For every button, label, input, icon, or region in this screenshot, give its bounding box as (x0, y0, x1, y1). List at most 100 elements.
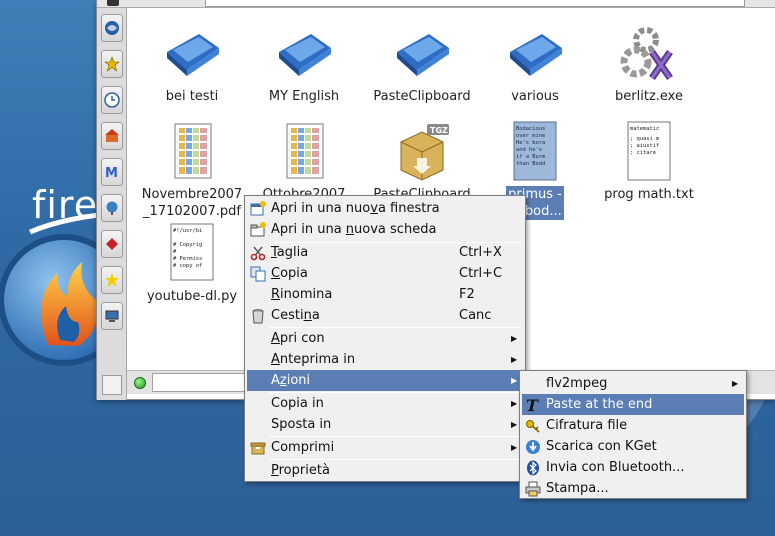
pdf-document-icon (286, 123, 324, 179)
shortcut-label: F2 (459, 287, 475, 302)
svg-text:Bodacious over mine: Bodacious over mine He's bora and he's i… (516, 126, 548, 167)
label-text: Scarica con KGet (546, 439, 657, 454)
new-window-icon (250, 200, 266, 215)
clock-icon (104, 92, 120, 108)
globe-icon (105, 21, 119, 35)
menu-item-trash[interactable]: Cestina Canc (247, 305, 523, 326)
file-item-pdf[interactable]: Novembre2007 _17102007.pdf (138, 120, 246, 220)
network-globe-icon (106, 201, 118, 215)
preview-line: over mine (516, 133, 545, 139)
label-text: A (271, 373, 280, 388)
mnemonic: A (271, 331, 280, 346)
sidebar-tab-bookmarks[interactable] (101, 50, 123, 78)
menu-item-open-with[interactable]: Apri con ▶ (247, 328, 523, 349)
location-input[interactable] (205, 0, 745, 7)
submenu-item-paste-at-end[interactable]: T Paste at the end (522, 394, 744, 415)
blue-folder-icon (167, 34, 219, 76)
sidebar-tab-home[interactable] (101, 122, 123, 150)
submenu-arrow-icon: ▶ (511, 334, 518, 343)
submenu-item-kget[interactable]: Scarica con KGet (522, 436, 744, 457)
file-item-python[interactable]: #!/usr/bi # Copyrig # # Permiss # copy o… (138, 222, 246, 305)
menu-item-open-new-tab[interactable]: Apri in una nuova scheda (247, 219, 523, 240)
blue-folder-icon (510, 34, 562, 76)
kget-download-icon (526, 439, 540, 454)
new-tab-icon (250, 221, 266, 236)
submenu-arrow-icon: ▶ (732, 379, 739, 388)
label-text: Apri in una nuo (271, 201, 371, 216)
submenu-item-flv2mpeg[interactable]: flv2mpeg ▶ (522, 373, 744, 394)
computer-icon (105, 310, 119, 322)
red-diamond-icon (106, 238, 118, 250)
preview-line: ; quasi m (630, 136, 659, 142)
sidebar-config-button[interactable] (102, 375, 122, 395)
file-label: MY English (268, 89, 340, 104)
file-item-archive[interactable]: TGZ PasteClipboard (368, 120, 476, 203)
menu-item-copy-to[interactable]: Copia in ▶ (247, 393, 523, 414)
file-label: youtube-dl.py (146, 289, 238, 304)
label-text: ioni (286, 373, 311, 388)
gear-executable-icon (620, 27, 673, 80)
archive-box-icon (250, 442, 266, 454)
menu-item-open-new-window[interactable]: Apri in una nuova finestra (247, 198, 523, 219)
label-text: a (311, 308, 320, 323)
menu-item-actions[interactable]: Azioni ▶ (247, 370, 523, 391)
menu-item-move-to[interactable]: Sposta in ▶ (247, 414, 523, 435)
sidebar-tab-history[interactable] (101, 86, 123, 114)
menu-item-copy[interactable]: Copia Ctrl+C (247, 263, 523, 284)
preview-line: Bodacious (516, 126, 545, 132)
back-icon[interactable] (107, 0, 119, 6)
menu-item-compress[interactable]: Comprimi ▶ (247, 437, 523, 458)
label-text: Invia con Bluetooth... (546, 460, 685, 475)
sidebar-tab-network-folders[interactable] (101, 194, 123, 222)
mnemonic: n (303, 308, 312, 323)
svg-text:TGZ: TGZ (430, 126, 448, 135)
sidebar-tab-network[interactable] (101, 14, 123, 42)
sidebar-tab-services[interactable] (101, 230, 123, 258)
tgz-archive-icon: TGZ (400, 124, 449, 181)
label-text: Paste at the end (546, 397, 653, 412)
yellow-star-icon (105, 273, 119, 287)
file-label: berlitz.exe (615, 89, 683, 104)
label-text: Cifratura file (546, 418, 628, 433)
file-item-folder[interactable]: MY English (250, 22, 358, 105)
label-text: Comprimi (271, 440, 335, 455)
sidebar-tab-favorites[interactable] (101, 266, 123, 294)
submenu-item-encrypt-file[interactable]: Cifratura file (522, 415, 744, 436)
submenu-item-bluetooth[interactable]: Invia con Bluetooth... (522, 457, 744, 478)
label-text: aglia (276, 245, 309, 260)
label-text: opia (280, 266, 308, 281)
label-text: Stampa... (546, 481, 609, 496)
shortcut-label: Ctrl+C (459, 266, 503, 281)
bookmark-star-icon (104, 56, 120, 72)
menu-item-cut[interactable]: Taglia Ctrl+X (247, 242, 523, 263)
label-text: pri con (279, 331, 325, 346)
bluetooth-icon (527, 460, 539, 475)
file-item-folder[interactable]: PasteClipboard (368, 22, 476, 105)
file-label: PasteClipboard (373, 89, 471, 104)
file-item-folder[interactable]: bei testi (138, 22, 246, 105)
sidebar-tab-root-folder[interactable] (101, 302, 123, 330)
submenu-item-print[interactable]: Stampa... (522, 478, 744, 499)
file-item-folder[interactable]: various (481, 22, 589, 105)
file-label-line2: _17102007.pdf (143, 204, 241, 219)
mnemonic: C (271, 266, 281, 281)
preview-line: than Bodd (516, 161, 545, 167)
preview-line: matematic (630, 126, 659, 132)
menu-item-preview-in[interactable]: Anteprima in ▶ (247, 349, 523, 370)
file-item-pdf[interactable]: Ottobre2007 (250, 120, 358, 203)
preview-line: # Copyrig (173, 242, 202, 248)
media-m-icon: M (105, 166, 118, 180)
file-item-text[interactable]: matematic ; quasi m ; aiustif ; citare p… (595, 120, 703, 203)
file-label: bei testi (165, 89, 219, 104)
label-text: Apri in una (271, 222, 346, 237)
menu-item-rename[interactable]: Rinomina F2 (247, 284, 523, 305)
home-folder-icon (105, 129, 119, 142)
menu-item-properties[interactable]: Proprietà (247, 460, 523, 481)
location-bar (97, 0, 775, 8)
sidebar-tab-media[interactable]: M (101, 158, 123, 186)
connection-led-icon (134, 377, 146, 389)
label-text: roprietà (278, 463, 330, 478)
file-item-executable[interactable]: berlitz.exe (595, 22, 703, 105)
svg-text:T: T (526, 397, 539, 413)
submenu-arrow-icon: ▶ (511, 355, 518, 364)
